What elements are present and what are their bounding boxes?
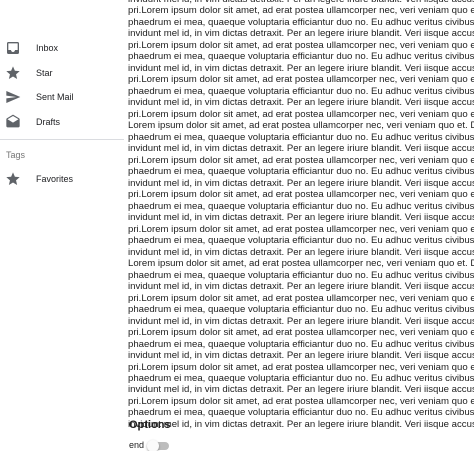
send-icon — [5, 89, 21, 105]
lorem-line: pri.Lorem ipsum dolor sit amet, ad erat … — [128, 108, 474, 120]
lorem-line: pri.Lorem ipsum dolor sit amet, ad erat … — [128, 395, 474, 407]
lorem-line: pri.Lorem ipsum dolor sit amet, ad erat … — [128, 74, 474, 86]
lorem-line: pri.Lorem ipsum dolor sit amet, ad erat … — [128, 154, 474, 166]
lorem-line: invidunt mel id, in vim dictas detraxit.… — [128, 28, 474, 40]
lorem-line: invidunt mel id, in vim dictas detraxit.… — [128, 62, 474, 74]
sidebar-item-label: Inbox — [36, 43, 59, 53]
sidebar-item-star[interactable]: Star — [0, 61, 124, 85]
lorem-line: phaedrum ei mea, quaeque voluptaria effi… — [128, 166, 474, 178]
sidebar-item-drafts[interactable]: Drafts — [0, 110, 124, 134]
lorem-line: phaedrum ei mea, quaeque voluptaria effi… — [128, 16, 474, 28]
sidebar-item-favorites[interactable]: Favorites — [0, 167, 124, 191]
options-title: Options — [129, 419, 171, 431]
lorem-line: invidunt mel id, in vim dictas detraxit.… — [128, 418, 474, 430]
lorem-line: invidunt mel id, in vim dictas detraxit.… — [128, 97, 474, 109]
sidebar-item-label: Favorites — [36, 174, 74, 184]
switch-thumb — [147, 440, 160, 451]
lorem-line: phaedrum ei mea, quaeque voluptaria effi… — [128, 51, 474, 63]
lorem-line: phaedrum ei mea, quaeque voluptaria effi… — [128, 235, 474, 247]
lorem-line: Lorem ipsum dolor sit amet, ad erat post… — [128, 258, 474, 270]
star-icon — [5, 171, 21, 187]
sidebar-item-label: Sent Mail — [36, 92, 74, 102]
lorem-line: pri.Lorem ipsum dolor sit amet, ad erat … — [128, 292, 474, 304]
sidebar-item-label: Drafts — [36, 117, 61, 127]
lorem-line: phaedrum ei mea, quaeque voluptaria effi… — [128, 372, 474, 384]
lorem-text-block: invidunt mel id, in vim dictas detraxit.… — [128, 0, 474, 430]
sidebar-section-header: Tags — [6, 150, 26, 160]
inbox-icon — [5, 40, 21, 56]
star-icon — [5, 65, 21, 81]
lorem-line: pri.Lorem ipsum dolor sit amet, ad erat … — [128, 223, 474, 235]
lorem-line: pri.Lorem ipsum dolor sit amet, ad erat … — [128, 361, 474, 373]
sidebar: Inbox Star Sent Mail Drafts Tags Favorit… — [0, 0, 124, 451]
lorem-line: phaedrum ei mea, quaeque voluptaria effi… — [128, 85, 474, 97]
lorem-line: phaedrum ei mea, quaeque voluptaria effi… — [128, 338, 474, 350]
lorem-line: invidunt mel id, in vim dictas detraxit.… — [128, 212, 474, 224]
lorem-line: phaedrum ei mea, quaeque voluptaria effi… — [128, 407, 474, 419]
lorem-line: invidunt mel id, in vim dictas detraxit.… — [128, 350, 474, 362]
sidebar-divider — [0, 139, 124, 140]
lorem-line: pri.Lorem ipsum dolor sit amet, ad erat … — [128, 327, 474, 339]
lorem-line: invidunt mel id, in vim dictas detraxit.… — [128, 143, 474, 155]
lorem-line: phaedrum ei mea, quaeque voluptaria effi… — [128, 269, 474, 281]
toggle-label: end — [129, 440, 145, 450]
main-content: invidunt mel id, in vim dictas detraxit.… — [128, 0, 474, 451]
toggle-row: end — [129, 438, 170, 451]
sidebar-item-label: Star — [36, 68, 53, 78]
lorem-line: phaedrum ei mea, quaeque voluptaria effi… — [128, 304, 474, 316]
lorem-line: phaedrum ei mea, quaeque voluptaria effi… — [128, 200, 474, 212]
lorem-line: invidunt mel id, in vim dictas detraxit.… — [128, 246, 474, 258]
lorem-line: invidunt mel id, in vim dictas detraxit.… — [128, 177, 474, 189]
lorem-line: pri.Lorem ipsum dolor sit amet, ad erat … — [128, 5, 474, 17]
drafts-icon — [5, 114, 21, 130]
sidebar-item-inbox[interactable]: Inbox — [0, 36, 124, 60]
lorem-line: pri.Lorem ipsum dolor sit amet, ad erat … — [128, 189, 474, 201]
lorem-line: invidunt mel id, in vim dictas detraxit.… — [128, 281, 474, 293]
lorem-line: Lorem ipsum dolor sit amet, ad erat post… — [128, 120, 474, 132]
lorem-line: pri.Lorem ipsum dolor sit amet, ad erat … — [128, 39, 474, 51]
end-toggle-switch[interactable] — [147, 440, 170, 451]
lorem-line: phaedrum ei mea, quaeque voluptaria effi… — [128, 131, 474, 143]
sidebar-item-sent-mail[interactable]: Sent Mail — [0, 85, 124, 109]
lorem-line: invidunt mel id, in vim dictas detraxit.… — [128, 315, 474, 327]
lorem-line: invidunt mel id, in vim dictas detraxit.… — [128, 384, 474, 396]
